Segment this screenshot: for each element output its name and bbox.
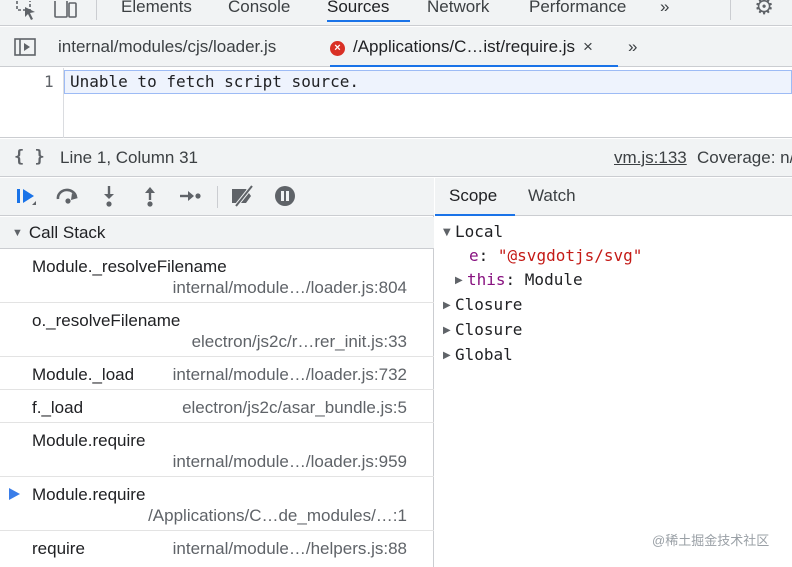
call-stack-list: Module._resolveFilename internal/module……: [0, 249, 434, 564]
call-stack-title: Call Stack: [28, 223, 106, 242]
resume-icon[interactable]: [14, 184, 38, 214]
more-tabs-chevron-icon[interactable]: »: [660, 0, 669, 22]
toolbar-divider: [217, 186, 218, 208]
frame-location[interactable]: internal/module…/loader.js:959: [173, 452, 407, 472]
frame-function: f._load: [32, 398, 84, 417]
call-frame[interactable]: f._load electron/js2c/asar_bundle.js:5: [0, 390, 434, 423]
step-over-icon[interactable]: [55, 184, 81, 214]
variable-name: this: [467, 270, 506, 289]
call-frame[interactable]: Module.require internal/module…/loader.j…: [0, 423, 434, 477]
file-tab-loader[interactable]: internal/modules/cjs/loader.js: [58, 27, 276, 67]
frame-location[interactable]: internal/module…/loader.js:804: [173, 278, 407, 298]
code-line[interactable]: Unable to fetch script source.: [64, 70, 792, 94]
collapsed-triangle-icon: ▶: [455, 275, 463, 286]
cursor-position: Line 1, Column 31: [60, 148, 198, 167]
tab-performance[interactable]: Performance: [529, 0, 626, 22]
scope-local-label: Local: [455, 222, 504, 241]
call-stack-header[interactable]: ▼ Call Stack: [0, 217, 434, 249]
scope-global-label: Global: [455, 345, 513, 364]
settings-gear-icon[interactable]: ⚙: [754, 0, 774, 20]
close-tab-icon[interactable]: ×: [583, 37, 593, 56]
pause-on-exceptions-icon[interactable]: [273, 184, 297, 214]
call-frame-current[interactable]: Module.require /Applications/C…de_module…: [0, 477, 434, 531]
code-editor[interactable]: 1 Unable to fetch script source.: [0, 68, 792, 138]
frame-location[interactable]: internal/module…/helpers.js:88: [173, 539, 407, 559]
device-toolbar-icon[interactable]: [54, 0, 78, 22]
tab-elements[interactable]: Elements: [121, 0, 192, 22]
frame-location[interactable]: /Applications/C…de_modules/…:1: [148, 506, 407, 526]
scope-closure[interactable]: ▶ Closure: [443, 320, 522, 339]
call-frame[interactable]: Module._resolveFilename internal/module……: [0, 249, 434, 303]
watermark: @稀土掘金技术社区: [652, 533, 770, 548]
inspect-element-icon[interactable]: [16, 0, 38, 22]
toggle-navigator-icon[interactable]: [14, 38, 36, 61]
scope-local[interactable]: ▼ Local: [443, 222, 503, 241]
expand-triangle-icon: ▼: [12, 227, 23, 239]
current-frame-arrow-icon: [9, 488, 20, 500]
variable-name: e: [469, 246, 479, 265]
scope-watch-tabs: Scope Watch: [435, 178, 792, 216]
frame-function: Module._load: [32, 365, 135, 384]
toolbar-divider: [730, 0, 731, 20]
step-icon[interactable]: [178, 184, 202, 214]
tab-sources[interactable]: Sources: [327, 0, 410, 22]
step-into-icon[interactable]: [100, 184, 118, 214]
scope-closure-label: Closure: [455, 295, 523, 314]
frame-location[interactable]: internal/module…/loader.js:732: [173, 365, 407, 385]
frame-function: require: [32, 539, 85, 558]
scope-pane: Scope Watch ▼ Local e: "@svgdotjs/svg" ▶ t…: [435, 178, 792, 567]
line-gutter: 1: [0, 68, 64, 138]
variable-value: "@svgdotjs/svg": [497, 246, 643, 265]
call-frame[interactable]: require internal/module…/helpers.js:88: [0, 531, 434, 564]
editor-status-bar: { } Line 1, Column 31 vm.js:133 Coverage…: [0, 139, 792, 177]
more-file-tabs-chevron-icon[interactable]: »: [628, 27, 637, 67]
frame-function: Module.require: [32, 485, 146, 504]
call-frame[interactable]: o._resolveFilename electron/js2c/r…rer_i…: [0, 303, 434, 357]
tab-network[interactable]: Network: [427, 0, 489, 22]
call-frame[interactable]: Module._load internal/module…/loader.js:…: [0, 357, 434, 390]
scope-global[interactable]: ▶ Global: [443, 345, 513, 364]
toolbar-divider: [96, 0, 97, 20]
source-link[interactable]: vm.js:133: [614, 148, 687, 168]
expand-triangle-icon: ▼: [443, 227, 451, 238]
frame-location[interactable]: electron/js2c/r…rer_init.js:33: [192, 332, 407, 352]
tab-scope[interactable]: Scope: [435, 178, 515, 216]
file-tab-require-label: /Applications/C…ist/require.js: [353, 37, 576, 56]
scope-closure[interactable]: ▶ Closure: [443, 295, 522, 314]
step-out-icon[interactable]: [141, 184, 159, 214]
frame-function: Module._resolveFilename: [32, 257, 227, 276]
scope-closure-label: Closure: [455, 320, 523, 339]
debugger-toolbar: [0, 178, 434, 216]
debugger-sidebar: ▼ Call Stack Module._resolveFilename inte…: [0, 178, 434, 567]
line-number[interactable]: 1: [44, 72, 54, 91]
tab-console[interactable]: Console: [228, 0, 290, 22]
error-icon: ×: [330, 41, 345, 56]
file-tab-require[interactable]: × /Applications/C…ist/require.js ×: [330, 27, 618, 67]
coverage-status: Coverage: n/a: [697, 148, 792, 167]
collapsed-triangle-icon: ▶: [443, 350, 451, 361]
sources-file-tabs: internal/modules/cjs/loader.js × /Applica…: [0, 27, 792, 67]
devtools-main-toolbar: Elements Console Sources Network Perform…: [0, 0, 792, 26]
tab-watch[interactable]: Watch: [528, 178, 576, 216]
collapsed-triangle-icon: ▶: [443, 300, 451, 311]
pretty-print-icon[interactable]: { }: [14, 147, 45, 167]
scope-variable-this[interactable]: ▶ this: Module: [455, 270, 583, 289]
scope-variable-e[interactable]: e: "@svgdotjs/svg": [469, 246, 642, 265]
frame-location[interactable]: electron/js2c/asar_bundle.js:5: [182, 398, 407, 418]
variable-value: Module: [524, 270, 583, 289]
collapsed-triangle-icon: ▶: [443, 325, 451, 336]
deactivate-breakpoints-icon[interactable]: [230, 184, 258, 214]
frame-function: Module.require: [32, 431, 146, 450]
frame-function: o._resolveFilename: [32, 311, 181, 330]
